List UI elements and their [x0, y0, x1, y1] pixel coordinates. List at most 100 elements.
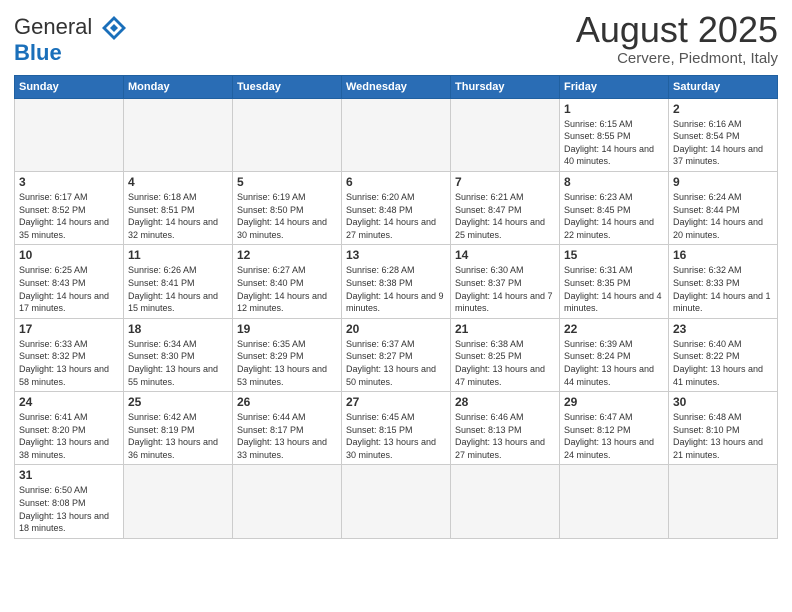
- day-number: 26: [237, 395, 337, 409]
- calendar-cell: 29Sunrise: 6:47 AM Sunset: 8:12 PM Dayli…: [560, 392, 669, 465]
- day-info: Sunrise: 6:40 AM Sunset: 8:22 PM Dayligh…: [673, 338, 773, 388]
- calendar-cell: 6Sunrise: 6:20 AM Sunset: 8:48 PM Daylig…: [342, 171, 451, 244]
- calendar-cell: 16 Sunrise: 6:32 AM Sunset: 8:33 PM Dayli…: [669, 245, 778, 318]
- page: General Blue August 2025 Cervere, Piedmo…: [0, 0, 792, 612]
- col-sunday: Sunday: [15, 75, 124, 98]
- day-number: 1: [564, 102, 664, 116]
- logo: General Blue: [14, 14, 128, 65]
- day-number: 16: [673, 248, 773, 262]
- day-info: Sunrise: 6:39 AM Sunset: 8:24 PM Dayligh…: [564, 338, 664, 388]
- col-friday: Friday: [560, 75, 669, 98]
- day-info: Sunrise: 6:46 AM Sunset: 8:13 PM Dayligh…: [455, 411, 555, 461]
- calendar-cell: 15 Sunrise: 6:31 AM Sunset: 8:35 PM Dayli…: [560, 245, 669, 318]
- calendar-subtitle: Cervere, Piedmont, Italy: [576, 50, 778, 67]
- calendar-title: August 2025: [576, 10, 778, 50]
- day-info: Sunrise: 6:31 AM Sunset: 8:35 PM Dayligh…: [564, 264, 664, 314]
- day-info: Sunrise: 6:28 AM Sunset: 8:38 PM Dayligh…: [346, 264, 446, 314]
- calendar-week-row: 3 Sunrise: 6:17 AM Sunset: 8:52 PM Daylig…: [15, 171, 778, 244]
- calendar-cell: [669, 465, 778, 538]
- day-info: Sunrise: 6:19 AM Sunset: 8:50 PM Dayligh…: [237, 191, 337, 241]
- calendar-cell: 27Sunrise: 6:45 AM Sunset: 8:15 PM Dayli…: [342, 392, 451, 465]
- col-thursday: Thursday: [451, 75, 560, 98]
- calendar-cell: [233, 465, 342, 538]
- day-info: Sunrise: 6:42 AM Sunset: 8:19 PM Dayligh…: [128, 411, 228, 461]
- calendar-cell: [560, 465, 669, 538]
- day-info: Sunrise: 6:17 AM Sunset: 8:52 PM Dayligh…: [19, 191, 119, 241]
- calendar-cell: 17 Sunrise: 6:33 AM Sunset: 8:32 PM Dayli…: [15, 318, 124, 391]
- day-number: 5: [237, 175, 337, 189]
- day-info: Sunrise: 6:32 AM Sunset: 8:33 PM Dayligh…: [673, 264, 773, 314]
- logo-icon: [100, 14, 128, 42]
- calendar-table: Sunday Monday Tuesday Wednesday Thursday…: [14, 75, 778, 539]
- day-number: 7: [455, 175, 555, 189]
- calendar-cell: 3 Sunrise: 6:17 AM Sunset: 8:52 PM Daylig…: [15, 171, 124, 244]
- day-info: Sunrise: 6:18 AM Sunset: 8:51 PM Dayligh…: [128, 191, 228, 241]
- calendar-cell: [124, 465, 233, 538]
- calendar-cell: 21Sunrise: 6:38 AM Sunset: 8:25 PM Dayli…: [451, 318, 560, 391]
- day-info: Sunrise: 6:33 AM Sunset: 8:32 PM Dayligh…: [19, 338, 119, 388]
- calendar-cell: 20Sunrise: 6:37 AM Sunset: 8:27 PM Dayli…: [342, 318, 451, 391]
- day-number: 22: [564, 322, 664, 336]
- day-number: 25: [128, 395, 228, 409]
- calendar-header-row: Sunday Monday Tuesday Wednesday Thursday…: [15, 75, 778, 98]
- title-block: August 2025 Cervere, Piedmont, Italy: [576, 10, 778, 67]
- day-info: Sunrise: 6:20 AM Sunset: 8:48 PM Dayligh…: [346, 191, 446, 241]
- day-number: 31: [19, 468, 119, 482]
- day-info: Sunrise: 6:47 AM Sunset: 8:12 PM Dayligh…: [564, 411, 664, 461]
- calendar-cell: 1Sunrise: 6:15 AM Sunset: 8:55 PM Daylig…: [560, 98, 669, 171]
- calendar-week-row: 31 Sunrise: 6:50 AM Sunset: 8:08 PM Dayli…: [15, 465, 778, 538]
- col-wednesday: Wednesday: [342, 75, 451, 98]
- day-number: 12: [237, 248, 337, 262]
- calendar-cell: [15, 98, 124, 171]
- day-info: Sunrise: 6:34 AM Sunset: 8:30 PM Dayligh…: [128, 338, 228, 388]
- day-number: 8: [564, 175, 664, 189]
- day-number: 24: [19, 395, 119, 409]
- day-info: Sunrise: 6:27 AM Sunset: 8:40 PM Dayligh…: [237, 264, 337, 314]
- day-info: Sunrise: 6:45 AM Sunset: 8:15 PM Dayligh…: [346, 411, 446, 461]
- calendar-cell: [342, 465, 451, 538]
- header: General Blue August 2025 Cervere, Piedmo…: [14, 10, 778, 67]
- calendar-cell: 2 Sunrise: 6:16 AM Sunset: 8:54 PM Daylig…: [669, 98, 778, 171]
- calendar-cell: 19Sunrise: 6:35 AM Sunset: 8:29 PM Dayli…: [233, 318, 342, 391]
- col-monday: Monday: [124, 75, 233, 98]
- col-tuesday: Tuesday: [233, 75, 342, 98]
- col-saturday: Saturday: [669, 75, 778, 98]
- day-number: 2: [673, 102, 773, 116]
- day-number: 9: [673, 175, 773, 189]
- calendar-cell: [233, 98, 342, 171]
- calendar-cell: 26 Sunrise: 6:44 AM Sunset: 8:17 PM Dayli…: [233, 392, 342, 465]
- day-number: 30: [673, 395, 773, 409]
- calendar-cell: 30Sunrise: 6:48 AM Sunset: 8:10 PM Dayli…: [669, 392, 778, 465]
- day-number: 10: [19, 248, 119, 262]
- day-info: Sunrise: 6:24 AM Sunset: 8:44 PM Dayligh…: [673, 191, 773, 241]
- calendar-week-row: 17 Sunrise: 6:33 AM Sunset: 8:32 PM Dayli…: [15, 318, 778, 391]
- calendar-cell: 13 Sunrise: 6:28 AM Sunset: 8:38 PM Dayli…: [342, 245, 451, 318]
- calendar-cell: 22 Sunrise: 6:39 AM Sunset: 8:24 PM Dayli…: [560, 318, 669, 391]
- calendar-cell: 18Sunrise: 6:34 AM Sunset: 8:30 PM Dayli…: [124, 318, 233, 391]
- day-number: 11: [128, 248, 228, 262]
- day-info: Sunrise: 6:38 AM Sunset: 8:25 PM Dayligh…: [455, 338, 555, 388]
- day-number: 15: [564, 248, 664, 262]
- calendar-cell: 8 Sunrise: 6:23 AM Sunset: 8:45 PM Daylig…: [560, 171, 669, 244]
- day-info: Sunrise: 6:23 AM Sunset: 8:45 PM Dayligh…: [564, 191, 664, 241]
- day-info: Sunrise: 6:50 AM Sunset: 8:08 PM Dayligh…: [19, 484, 119, 534]
- calendar-cell: 5 Sunrise: 6:19 AM Sunset: 8:50 PM Daylig…: [233, 171, 342, 244]
- calendar-cell: 23 Sunrise: 6:40 AM Sunset: 8:22 PM Dayli…: [669, 318, 778, 391]
- day-number: 4: [128, 175, 228, 189]
- day-info: Sunrise: 6:37 AM Sunset: 8:27 PM Dayligh…: [346, 338, 446, 388]
- day-info: Sunrise: 6:44 AM Sunset: 8:17 PM Dayligh…: [237, 411, 337, 461]
- day-info: Sunrise: 6:16 AM Sunset: 8:54 PM Dayligh…: [673, 118, 773, 168]
- day-number: 23: [673, 322, 773, 336]
- calendar-cell: 9 Sunrise: 6:24 AM Sunset: 8:44 PM Daylig…: [669, 171, 778, 244]
- day-number: 3: [19, 175, 119, 189]
- calendar-cell: 7 Sunrise: 6:21 AM Sunset: 8:47 PM Daylig…: [451, 171, 560, 244]
- day-info: Sunrise: 6:21 AM Sunset: 8:47 PM Dayligh…: [455, 191, 555, 241]
- calendar-cell: [451, 465, 560, 538]
- day-number: 17: [19, 322, 119, 336]
- calendar-cell: 11Sunrise: 6:26 AM Sunset: 8:41 PM Dayli…: [124, 245, 233, 318]
- calendar-cell: [342, 98, 451, 171]
- day-info: Sunrise: 6:41 AM Sunset: 8:20 PM Dayligh…: [19, 411, 119, 461]
- day-number: 13: [346, 248, 446, 262]
- calendar-cell: 31 Sunrise: 6:50 AM Sunset: 8:08 PM Dayli…: [15, 465, 124, 538]
- calendar-cell: 10Sunrise: 6:25 AM Sunset: 8:43 PM Dayli…: [15, 245, 124, 318]
